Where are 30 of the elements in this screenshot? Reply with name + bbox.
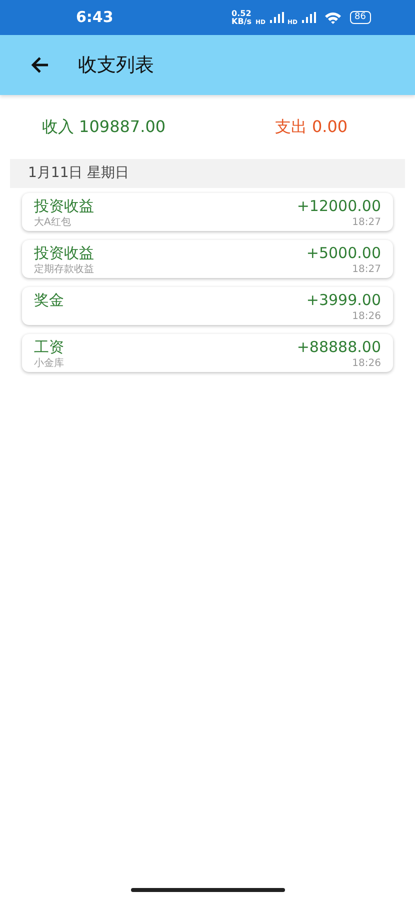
expense-total: 支出 0.00 bbox=[274, 117, 348, 136]
back-button[interactable] bbox=[30, 56, 50, 74]
time-label: 18:27 bbox=[352, 263, 381, 276]
category-label: 投资收益 bbox=[34, 197, 94, 216]
category-label: 奖金 bbox=[34, 291, 64, 310]
amount-label: +12000.00 bbox=[296, 197, 381, 216]
page-title: 收支列表 bbox=[78, 52, 154, 78]
amount-label: +3999.00 bbox=[306, 291, 381, 310]
transaction-card[interactable]: 投资收益 +5000.00 定期存款收益 18:27 bbox=[22, 240, 393, 278]
amount-label: +88888.00 bbox=[296, 338, 381, 357]
note-label: 大A红包 bbox=[34, 216, 71, 229]
wifi-icon bbox=[324, 11, 342, 24]
category-label: 工资 bbox=[34, 338, 64, 357]
signal-icon bbox=[302, 12, 316, 23]
note-label: 小金库 bbox=[34, 357, 64, 370]
date-header: 1月11日 星期日 bbox=[10, 159, 405, 188]
amount-label: +5000.00 bbox=[306, 244, 381, 263]
category-label: 投资收益 bbox=[34, 244, 94, 263]
transaction-card[interactable]: 投资收益 +12000.00 大A红包 18:27 bbox=[22, 193, 393, 231]
transaction-card[interactable]: 工资 +88888.00 小金库 18:26 bbox=[22, 334, 393, 372]
note-label: 定期存款收益 bbox=[34, 263, 94, 276]
battery-indicator: 86 bbox=[350, 11, 371, 24]
time-label: 18:26 bbox=[352, 357, 381, 370]
signal-icon bbox=[270, 12, 284, 23]
transaction-card[interactable]: 奖金 +3999.00 18:26 bbox=[22, 287, 393, 325]
time-label: 18:26 bbox=[352, 310, 381, 323]
income-total: 收入 109887.00 bbox=[42, 117, 166, 136]
time-label: 18:27 bbox=[352, 216, 381, 229]
network-speed: 0.52 KB/s bbox=[232, 10, 252, 26]
status-time: 6:43 bbox=[76, 7, 114, 28]
